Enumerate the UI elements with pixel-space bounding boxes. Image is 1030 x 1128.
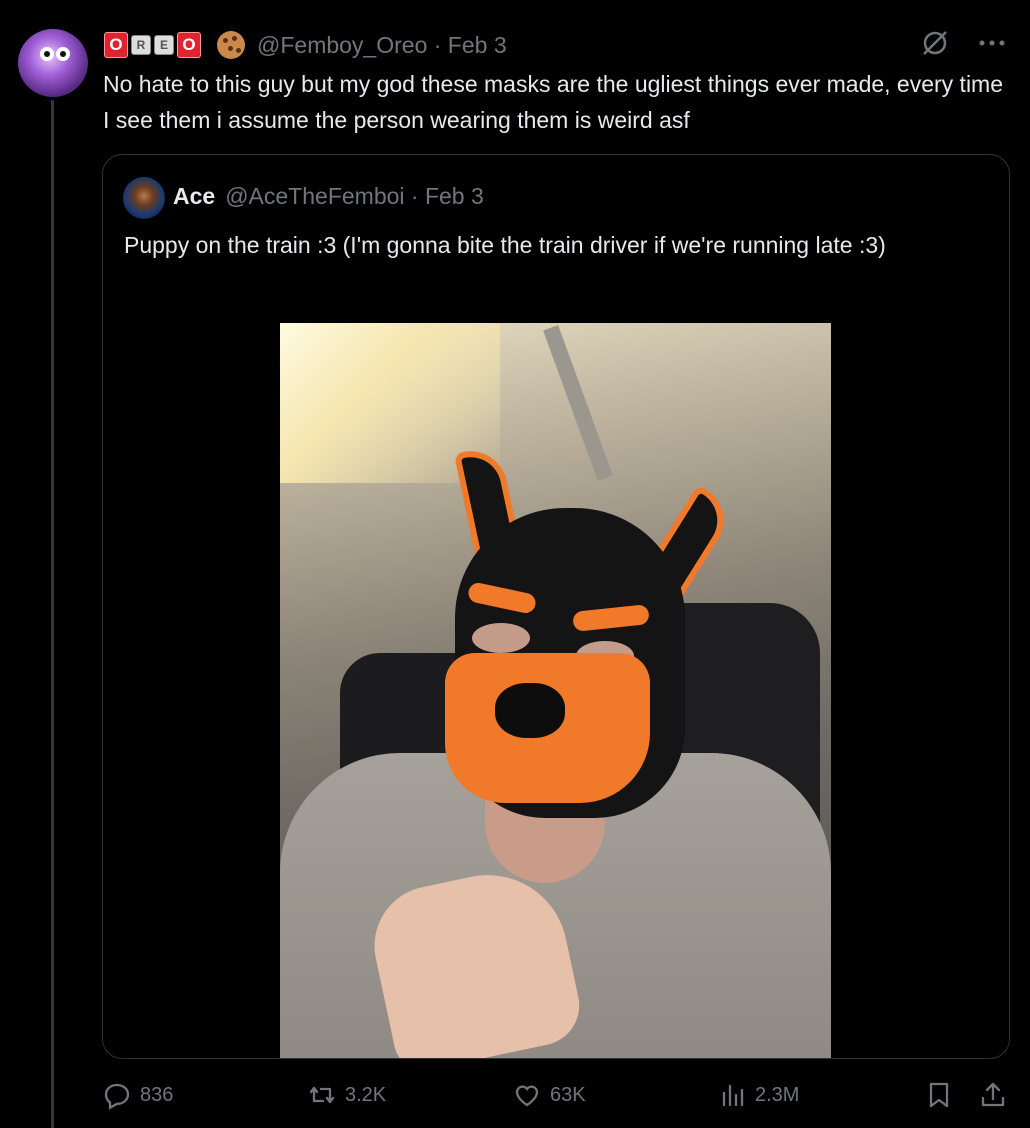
heart-icon bbox=[515, 1085, 539, 1107]
bookmark-button[interactable] bbox=[924, 1080, 954, 1110]
tweet-text: No hate to this guy but my god these mas… bbox=[103, 71, 1004, 133]
reply-icon bbox=[104, 1083, 130, 1110]
tweet-date[interactable]: · Feb 3 bbox=[434, 32, 507, 58]
thread-line bbox=[51, 100, 54, 1128]
display-name-badge[interactable]: O R E O bbox=[104, 32, 201, 58]
more-icon[interactable] bbox=[978, 38, 1006, 48]
tweet-header: O R E O @Femboy_Oreo · Feb 3 bbox=[104, 29, 507, 61]
tweet-actions: 836 3.2K 63K 2.3M bbox=[102, 1080, 1012, 1120]
bookmark-icon bbox=[929, 1082, 949, 1108]
tweet-top-actions bbox=[920, 28, 1006, 58]
avatar-eye-icon bbox=[40, 47, 54, 61]
share-icon bbox=[981, 1082, 1005, 1107]
train-pole bbox=[543, 325, 613, 481]
badge-letter: O bbox=[104, 32, 128, 58]
quoted-display-name[interactable]: Ace bbox=[173, 183, 215, 210]
mask-eye-hole bbox=[472, 623, 530, 653]
like-count: 63K bbox=[550, 1083, 586, 1106]
quoted-header: Ace @AceTheFemboi · Feb 3 bbox=[173, 183, 484, 210]
like-button[interactable]: 63K bbox=[512, 1080, 586, 1110]
views-button[interactable]: 2.3M bbox=[717, 1080, 799, 1110]
analytics-icon bbox=[722, 1084, 744, 1107]
quoted-photo[interactable] bbox=[280, 323, 831, 1058]
mask-nose bbox=[495, 683, 565, 738]
badge-letter: R bbox=[131, 35, 151, 55]
quoted-date: · Feb 3 bbox=[410, 183, 484, 209]
avatar-eye-icon bbox=[56, 47, 70, 61]
quoted-text: Puppy on the train :3 (I'm gonna bite th… bbox=[124, 232, 886, 258]
quoted-avatar[interactable] bbox=[123, 177, 165, 219]
badge-letter: E bbox=[154, 35, 174, 55]
repost-count: 3.2K bbox=[345, 1083, 387, 1106]
grok-icon[interactable] bbox=[920, 28, 950, 58]
cookie-icon bbox=[217, 31, 245, 59]
author-handle[interactable]: @Femboy_Oreo · Feb 3 bbox=[257, 32, 507, 59]
badge-letter: O bbox=[177, 32, 201, 58]
quoted-tweet[interactable]: Ace @AceTheFemboi · Feb 3 Puppy on the t… bbox=[102, 154, 1010, 1059]
repost-icon bbox=[309, 1086, 335, 1104]
quoted-handle[interactable]: @AceTheFemboi · Feb 3 bbox=[225, 183, 484, 210]
repost-button[interactable]: 3.2K bbox=[307, 1080, 386, 1110]
view-count: 2.3M bbox=[755, 1083, 800, 1106]
share-button[interactable] bbox=[978, 1080, 1008, 1110]
reply-count: 836 bbox=[140, 1083, 174, 1106]
reply-button[interactable]: 836 bbox=[102, 1080, 173, 1110]
author-avatar[interactable] bbox=[18, 29, 88, 97]
